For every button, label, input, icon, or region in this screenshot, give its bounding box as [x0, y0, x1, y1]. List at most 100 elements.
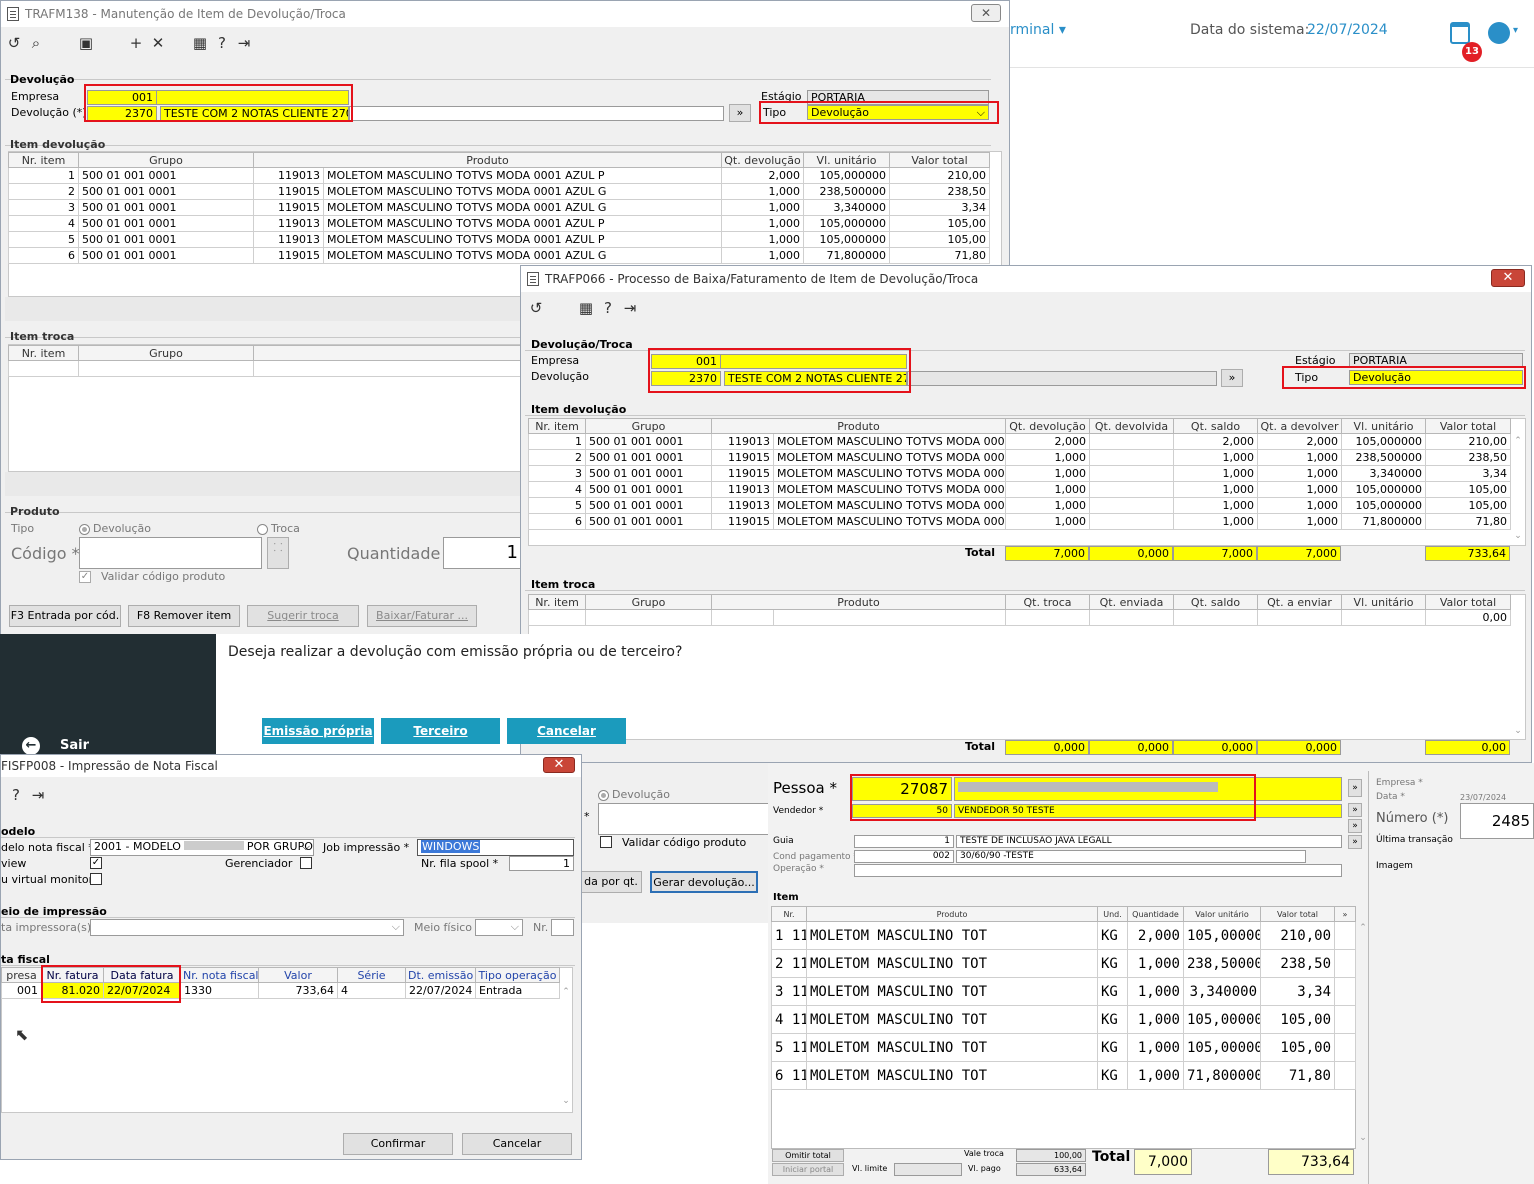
col-qt-saldo[interactable]: Qt. saldo: [1173, 594, 1259, 610]
col-valor-unitario[interactable]: Valor unitário: [1183, 906, 1261, 922]
radio-troca[interactable]: Troca: [257, 522, 300, 535]
user-menu-chevron-icon[interactable]: ▾: [1513, 25, 1518, 36]
col-dt-emissao[interactable]: Dt. emissão: [405, 967, 476, 983]
col-vl-unitario[interactable]: Vl. unitário: [1341, 418, 1427, 434]
add-icon[interactable]: +: [125, 34, 147, 52]
col-tipo-operacao[interactable]: Tipo operação: [475, 967, 560, 983]
devolucao-nav-button[interactable]: »: [729, 104, 751, 122]
save-icon[interactable]: ▣: [75, 34, 97, 52]
col-nr-item[interactable]: Nr. item: [528, 594, 586, 610]
col-grupo[interactable]: Grupo: [585, 594, 712, 610]
quantidade-input[interactable]: 1: [443, 537, 521, 569]
scroll-down-icon[interactable]: ⌄: [559, 1096, 573, 1106]
table-row[interactable]: 5 119013MOLETOM MASCULINO TOTKG1,000105,…: [771, 1033, 1356, 1062]
scroll-up-icon[interactable]: ⌃: [1511, 436, 1525, 446]
table-row[interactable]: 4 119013MOLETOM MASCULINO TOTKG1,000105,…: [771, 1005, 1356, 1034]
col-quantidade[interactable]: Quantidade: [1127, 906, 1184, 922]
gerenciador-checkbox[interactable]: [300, 857, 312, 869]
validar-checkbox[interactable]: [600, 836, 612, 848]
col-valor-total[interactable]: Valor total: [1425, 418, 1512, 434]
guia-nav-button[interactable]: »: [1348, 819, 1362, 833]
gerar-devolucao-button[interactable]: Gerar devolução...: [650, 871, 758, 893]
operacao-select[interactable]: [854, 864, 1342, 877]
entrada-por-qt-button[interactable]: da por qt.: [580, 871, 642, 893]
col-produto[interactable]: Produto: [806, 906, 1098, 922]
confirmar-button[interactable]: Confirmar: [343, 1133, 453, 1155]
col-und[interactable]: Und.: [1097, 906, 1128, 922]
terceiro-button[interactable]: Terceiro: [381, 718, 500, 744]
user-avatar-icon[interactable]: [1488, 22, 1510, 44]
exit-icon[interactable]: ⇥: [619, 299, 641, 317]
table-row[interactable]: 2 500 01 001 0001 119015 MOLETOM MASCULINO …: [528, 449, 1512, 466]
calendar-icon[interactable]: ▦: [189, 34, 211, 52]
col-grupo[interactable]: Grupo: [78, 152, 254, 168]
back-arrow-icon[interactable]: ←: [22, 737, 40, 755]
codigo-lookup-button[interactable]: ⸬: [267, 537, 289, 569]
col-serie[interactable]: Série: [337, 967, 406, 983]
exit-icon[interactable]: ⇥: [233, 34, 255, 52]
terminal-menu[interactable]: rminal ▾: [1010, 22, 1066, 38]
undo-icon[interactable]: ↺: [525, 299, 547, 317]
col-nr-item[interactable]: Nr. item: [8, 345, 79, 361]
table-row[interactable]: 2 119015MOLETOM MASCULINO TOTKG1,000238,…: [771, 949, 1356, 978]
cancelar-button[interactable]: Cancelar: [462, 1133, 572, 1155]
baixar-faturar-button[interactable]: Baixar/Faturar ...: [367, 605, 477, 627]
delete-icon[interactable]: ✕: [147, 34, 169, 52]
trafp066-close-button[interactable]: ✕: [1491, 269, 1525, 287]
trafm138-close-button[interactable]: ✕: [971, 4, 1001, 22]
col-qt-a-enviar[interactable]: Qt. a enviar: [1257, 594, 1343, 610]
col-valor[interactable]: Valor: [258, 967, 338, 983]
col-qt-enviada[interactable]: Qt. enviada: [1089, 594, 1175, 610]
table-row[interactable]: 1 119013MOLETOM MASCULINO TOTKG2,000105,…: [771, 921, 1356, 950]
col-qt-a-devolver[interactable]: Qt. a devolver: [1257, 418, 1343, 434]
col-qt-devolvida[interactable]: Qt. devolvida: [1089, 418, 1175, 434]
col-qt-devolucao[interactable]: Qt. devolução: [1005, 418, 1091, 434]
scroll-up-icon[interactable]: ⌃: [1356, 923, 1370, 933]
help-icon[interactable]: ?: [597, 299, 619, 317]
col-valor-total[interactable]: Valor total: [889, 152, 991, 168]
codigo-input[interactable]: [79, 537, 262, 569]
radio-devolucao[interactable]: Devolução: [79, 522, 151, 535]
col-produto[interactable]: Produto: [710, 418, 1007, 434]
virtual-monitor-checkbox[interactable]: [90, 873, 102, 885]
table-row[interactable]: 3 500 01 001 0001 119015 MOLETOM MASCULINO …: [8, 199, 991, 216]
col-nr-item[interactable]: Nr. item: [8, 152, 79, 168]
columns-menu-icon[interactable]: »: [1334, 906, 1356, 922]
col-nr-item[interactable]: Nr. item: [528, 418, 586, 434]
scroll-down-icon[interactable]: ⌄: [1356, 1133, 1370, 1143]
help-icon[interactable]: ?: [5, 786, 27, 804]
pessoa-nav-button[interactable]: »: [1348, 779, 1362, 797]
cond-pagamento-field[interactable]: 002: [854, 850, 954, 863]
nr-input[interactable]: [551, 919, 574, 936]
sugerir-troca-button[interactable]: Sugerir troca: [247, 605, 359, 627]
scroll-down-icon[interactable]: ⌄: [1511, 726, 1525, 736]
table-row[interactable]: 1 500 01 001 0001 119013 MOLETOM MASCULINO …: [528, 433, 1512, 450]
fisfp008-close-button[interactable]: ✕: [543, 757, 575, 773]
sair-label[interactable]: Sair: [60, 738, 89, 753]
table-row[interactable]: 5 500 01 001 0001 119013 MOLETOM MASCULINO …: [528, 497, 1512, 514]
col-empresa[interactable]: presa: [1, 967, 42, 983]
col-vl-unitario[interactable]: Vl. unitário: [1341, 594, 1427, 610]
f8-remover-button[interactable]: F8 Remover item: [128, 605, 240, 627]
emissao-propria-button[interactable]: Emissão própria: [262, 718, 374, 744]
col-qt-troca[interactable]: Qt. troca: [1005, 594, 1091, 610]
impressora-select[interactable]: ⌵: [90, 919, 404, 936]
cancelar-button[interactable]: Cancelar: [507, 718, 626, 744]
table-row[interactable]: 4 500 01 001 0001 119013 MOLETOM MASCULINO …: [528, 481, 1512, 498]
codigo-input[interactable]: [598, 803, 770, 835]
radio-devolucao[interactable]: Devolução: [598, 788, 670, 801]
table-row[interactable]: 3 500 01 001 0001 119015 MOLETOM MASCULINO …: [528, 465, 1512, 482]
table-row[interactable]: 6 500 01 001 0001 119015 MOLETOM MASCULINO …: [528, 513, 1512, 530]
undo-icon[interactable]: ↺: [3, 34, 25, 52]
exit-icon[interactable]: ⇥: [27, 786, 49, 804]
calendar-icon[interactable]: [1450, 22, 1470, 44]
vendedor-nav-button[interactable]: »: [1348, 803, 1362, 817]
table-row[interactable]: 5 500 01 001 0001 119013 MOLETOM MASCULINO …: [8, 231, 991, 248]
col-produto[interactable]: Produto: [710, 594, 1007, 610]
modelo-select[interactable]: 2001 - MODELO POR GRUPO ⌵: [90, 839, 314, 856]
table-row[interactable]: 2 500 01 001 0001 119015 MOLETOM MASCULINO …: [8, 183, 991, 200]
preview-checkbox[interactable]: ✓: [90, 857, 102, 869]
scroll-up-icon[interactable]: ⌃: [559, 987, 573, 997]
col-nr[interactable]: Nr.: [771, 906, 807, 922]
col-grupo[interactable]: Grupo: [585, 418, 712, 434]
